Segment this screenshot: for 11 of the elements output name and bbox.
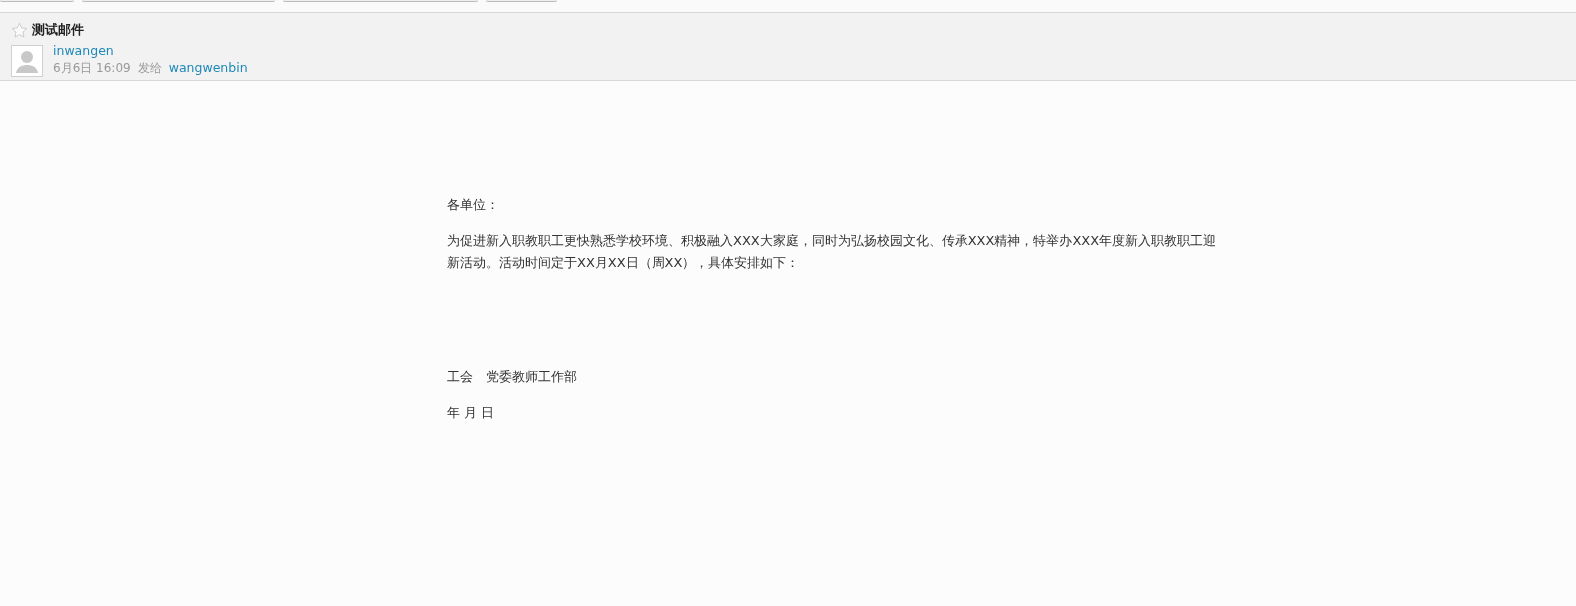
sent-to-label: 发给 [137,60,162,77]
body-paragraph: 为促进新入职教职工更快熟悉学校环境、积极融入XXX大家庭，同时为弘扬校园文化、传承XXX精神，特举办XXX年度新入职教职工迎新活动。活动时间定于XX月XX日（周XX），具体安排如下： [447,232,1218,272]
recipient-link[interactable]: wangwenbin [168,60,248,75]
star-icon[interactable] [11,21,28,39]
date-text: 年 月 日 [447,404,496,422]
signature-text: 工会 党委教师工作部 [447,368,578,386]
mail-subject: 测试邮件 [32,21,84,39]
sent-date: 6月6日 16:09 [53,60,131,77]
sender-link[interactable]: inwangen [53,43,248,58]
avatar-icon [11,45,43,77]
greeting-text: 各单位： [447,196,500,214]
